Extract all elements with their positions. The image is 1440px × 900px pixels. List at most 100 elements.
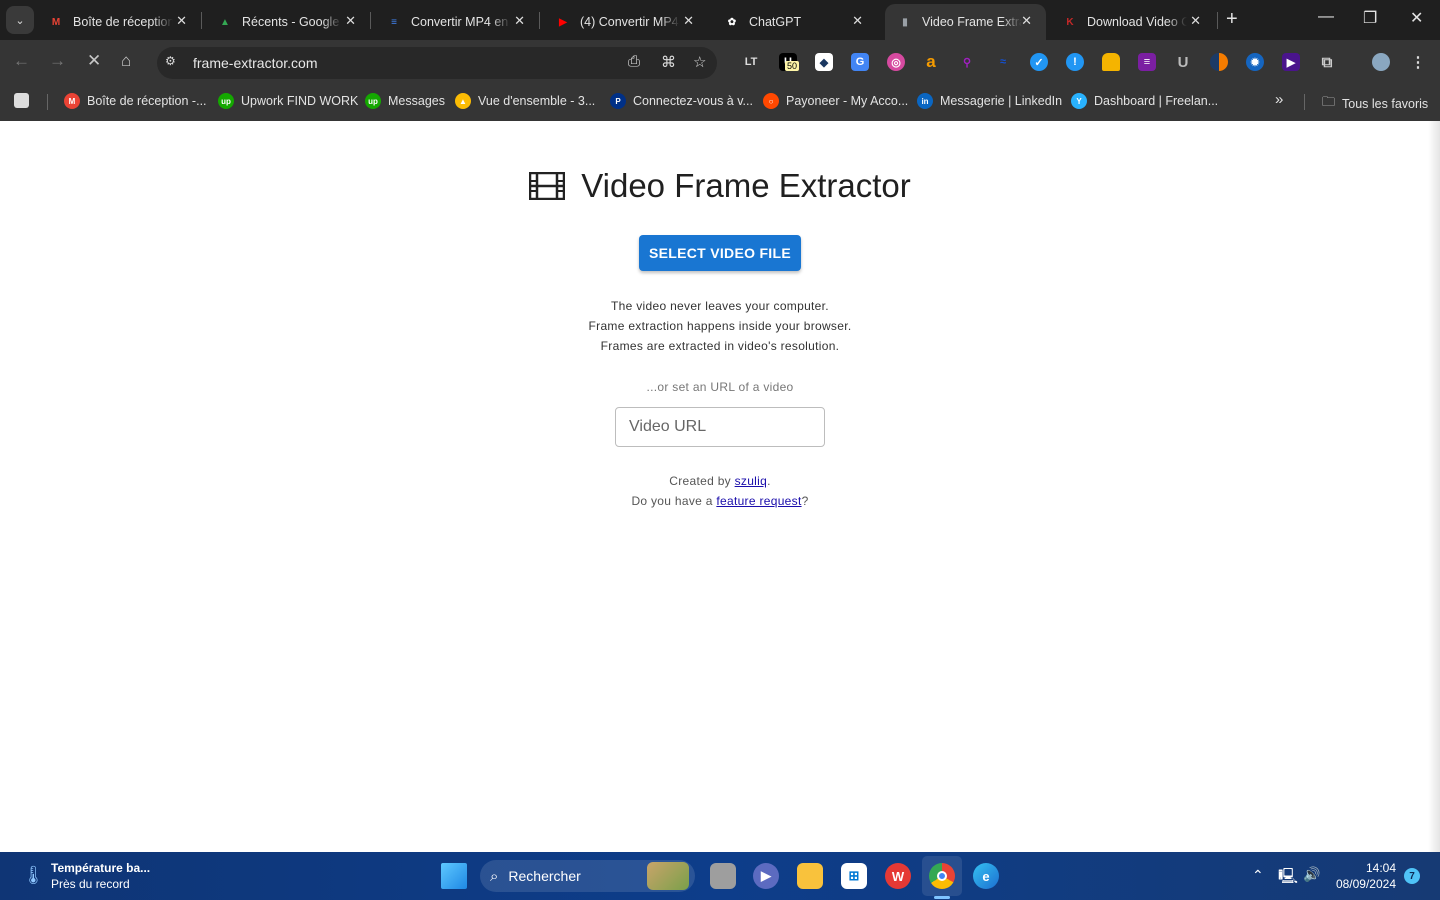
tab-close-icon[interactable]: ✕ — [1021, 13, 1032, 29]
extension-a-icon[interactable]: a — [922, 52, 940, 71]
bookmark-item[interactable]: ▲ Vue d'ensemble - 3... — [455, 93, 595, 109]
task-view-icon[interactable] — [710, 863, 736, 889]
credits: Created by szuliq. Do you have a feature… — [0, 471, 1440, 511]
bookmark-item[interactable]: M Boîte de réception -... — [64, 93, 207, 109]
bookmark-item[interactable]: up Messages — [365, 93, 445, 109]
file-explorer-icon[interactable] — [797, 863, 823, 889]
wps-office-icon[interactable]: W — [885, 863, 911, 889]
maximize-button[interactable]: ❐ — [1363, 8, 1377, 28]
microsoft-store-icon[interactable]: ⊞ — [841, 863, 867, 889]
more-bookmarks-button[interactable]: » — [1275, 91, 1283, 108]
weather-widget[interactable]: Température ba... Près du record — [51, 861, 150, 891]
tab-close-icon[interactable]: ✕ — [514, 13, 525, 29]
google-translate-extension-icon[interactable]: G — [851, 53, 869, 71]
tab[interactable]: ✿ ChatGPT ✕ — [712, 4, 877, 40]
tab[interactable]: ≡ Convertir MP4 en JPG✕ — [374, 4, 539, 40]
tab-search-button[interactable]: ⌄ — [6, 6, 34, 34]
extension-half-icon[interactable] — [1210, 53, 1228, 71]
tab-title: (4) Convertir MP4 — [580, 15, 679, 29]
chrome-icon[interactable] — [929, 863, 955, 889]
extension-play-icon[interactable]: ▶ — [1282, 53, 1300, 71]
feature-request-link[interactable]: feature request — [716, 494, 801, 508]
taskbar: 🌡 Température ba... Près du record ⌕ Rec… — [0, 852, 1440, 900]
extension-bell-icon[interactable] — [1102, 53, 1120, 71]
extension-doc-icon[interactable]: ≡ — [1138, 53, 1156, 71]
apps-icon[interactable] — [14, 93, 29, 108]
bookmark-item[interactable]: up Upwork FIND WORK — [218, 93, 358, 109]
volume-icon[interactable]: 🔊 — [1303, 866, 1320, 883]
windows-start-icon[interactable] — [441, 863, 467, 889]
notification-badge[interactable]: 7 — [1404, 868, 1420, 884]
extension-gear-icon[interactable]: ✹ — [1246, 53, 1264, 71]
extension-wave-icon[interactable]: ≈ — [994, 53, 1012, 71]
info-line: Frame extraction happens inside your bro… — [588, 319, 852, 333]
tab-close-icon[interactable]: ✕ — [852, 13, 863, 29]
new-tab-button[interactable]: + — [1226, 8, 1238, 31]
tab[interactable]: ▮ Video Frame Extractor✕ — [885, 4, 1046, 40]
tab[interactable]: M Boîte de réception ✕ — [36, 4, 201, 40]
edge-icon[interactable]: e — [973, 863, 999, 889]
tab[interactable]: ▶ (4) Convertir MP4 ✕ — [543, 4, 708, 40]
forward-icon[interactable]: → — [49, 51, 66, 71]
bookmark-item[interactable]: P Connectez-vous à v... — [610, 93, 753, 109]
teams-icon[interactable]: ▶ — [753, 863, 779, 889]
extensions-puzzle-icon[interactable]: ⧉ — [1318, 53, 1336, 71]
all-bookmarks-folder[interactable]: 🗀 Tous les favoris — [1322, 93, 1428, 115]
tab-close-icon[interactable]: ✕ — [683, 13, 694, 29]
back-icon[interactable]: ← — [13, 51, 30, 71]
install-app-icon[interactable]: ⎙ — [628, 53, 640, 70]
address-url[interactable]: frame-extractor.com — [193, 55, 317, 71]
menu-icon[interactable]: ⋮ — [1409, 53, 1427, 71]
tab[interactable]: ▲ Récents - Google Drive✕ — [205, 4, 370, 40]
taskbar-search[interactable]: ⌕ Rechercher — [480, 860, 695, 892]
scrollbar-track[interactable] — [1428, 121, 1440, 852]
site-info-icon[interactable]: ⚙ — [165, 54, 176, 68]
tray-chevron-up-icon[interactable]: ⌃ — [1252, 867, 1264, 884]
extension-chat-icon[interactable]: ◆ — [815, 53, 833, 71]
tab-title: Video Frame Extractor — [922, 15, 1022, 29]
search-highlight-image — [647, 862, 689, 890]
search-label: Rechercher — [508, 868, 581, 884]
translate-icon[interactable]: ⌘ — [661, 53, 676, 71]
clock[interactable]: 14:04 08/09/2024 — [1334, 861, 1396, 891]
paypal-icon: P — [610, 93, 626, 109]
page-title-text: Video Frame Extractor — [581, 167, 911, 204]
or-url-label: ...or set an URL of a video — [646, 380, 794, 394]
select-video-file-button[interactable]: SELECT VIDEO FILE — [639, 235, 801, 271]
bookmark-item[interactable]: in Messagerie | LinkedIn — [917, 93, 1062, 109]
close-window-button[interactable]: ✕ — [1410, 8, 1423, 28]
network-icon[interactable]: 🖳 — [1278, 866, 1298, 891]
tab-strip: ⌄ M Boîte de réception ✕ ▲ Récents - Google … — [0, 0, 1440, 40]
extension-u2-icon[interactable]: U — [1174, 53, 1192, 71]
bookmark-label: Vue d'ensemble - 3... — [478, 94, 596, 108]
author-link[interactable]: szuliq — [735, 474, 767, 488]
video-url-input[interactable] — [615, 407, 825, 447]
extension-circle-icon[interactable]: ◎ — [887, 53, 905, 71]
profile-avatar[interactable] — [1372, 53, 1390, 71]
tab-title: Récents - Google Drive — [242, 15, 342, 29]
upwork-icon: up — [218, 93, 234, 109]
tab[interactable]: K Download Video Online✕ — [1050, 4, 1215, 40]
home-icon[interactable]: ⌂ — [121, 51, 131, 71]
feature-prefix: Do you have a — [631, 494, 717, 508]
extension-info-icon[interactable]: ! — [1066, 53, 1084, 71]
bookmark-item[interactable]: ○ Payoneer - My Acco... — [763, 93, 908, 109]
tab-close-icon[interactable]: ✕ — [1190, 13, 1201, 29]
info-text: The video never leaves your computer. Fr… — [0, 296, 1440, 356]
bookmarks-divider — [1304, 94, 1305, 110]
tab-separator — [539, 12, 540, 29]
bookmark-item[interactable]: Y Dashboard | Freelan... — [1071, 93, 1218, 109]
tab-close-icon[interactable]: ✕ — [345, 13, 356, 29]
extension-check-icon[interactable]: ✓ — [1030, 53, 1048, 71]
minimize-button[interactable]: — — [1318, 8, 1334, 26]
bookmark-star-icon[interactable]: ☆ — [693, 53, 706, 71]
all-bookmarks-label: Tous les favoris — [1342, 97, 1429, 111]
stop-loading-icon[interactable]: ✕ — [87, 51, 101, 71]
weather-subtitle: Près du record — [51, 877, 130, 891]
tab-close-icon[interactable]: ✕ — [176, 13, 187, 29]
clock-date: 08/09/2024 — [1335, 877, 1396, 891]
address-bar[interactable]: ⚙ frame-extractor.com ⎙ ⌘ ☆ — [157, 47, 717, 79]
languagetool-extension-icon[interactable]: LT — [742, 53, 760, 71]
extension-search-icon[interactable]: ⚲ — [958, 53, 976, 71]
active-app-indicator — [934, 896, 950, 899]
